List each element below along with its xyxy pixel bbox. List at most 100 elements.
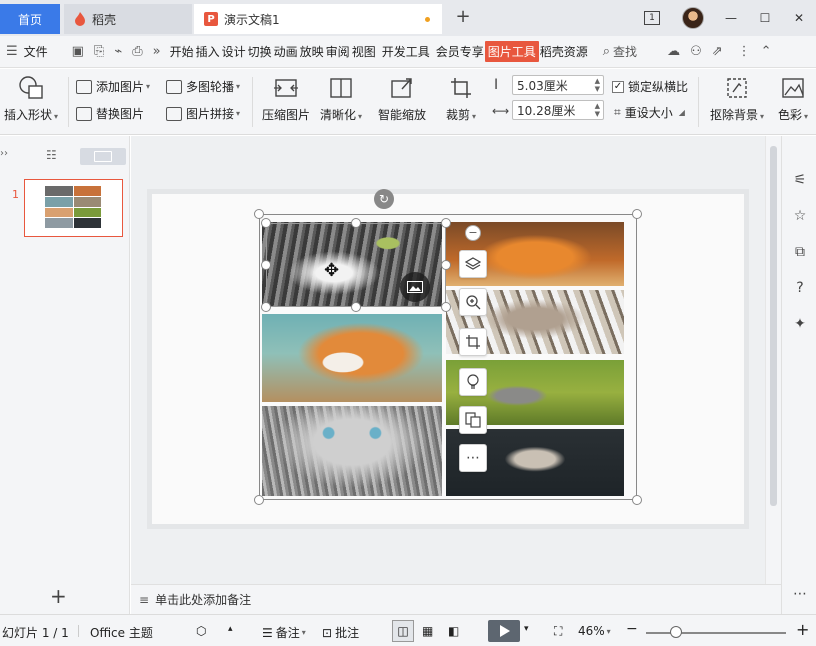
multi-carousel-button[interactable]: 多图轮播 ▾ [166, 78, 240, 95]
zoom-in-icon[interactable] [459, 288, 487, 316]
menu-transition[interactable]: 切换 [247, 43, 273, 60]
print-icon[interactable]: ⎙ [132, 44, 142, 59]
dialog-launcher-icon[interactable]: ◢ [679, 108, 685, 117]
collaborate-icon[interactable]: ⚇ [690, 44, 702, 59]
minimize-button[interactable]: — [714, 11, 748, 25]
collapse-ribbon-icon[interactable]: ⌃ [761, 44, 772, 59]
properties-icon[interactable]: ⚟ [792, 172, 808, 188]
crop-tool-icon[interactable] [459, 328, 487, 356]
menu-file[interactable]: 文件 [23, 43, 49, 60]
more-options-icon[interactable]: ⋮ [738, 44, 751, 59]
copy-icon[interactable]: ⧉ [792, 244, 808, 260]
share-icon[interactable]: ⇗ [712, 44, 723, 59]
color-button[interactable]: 色彩 ▾ [778, 75, 808, 123]
zoom-level[interactable]: 46% ▾ [578, 624, 611, 638]
more-tools-icon[interactable]: ⋯ [459, 444, 487, 472]
menu-design[interactable]: 设计 [221, 43, 247, 60]
image-handle-sw[interactable] [261, 302, 271, 312]
resize-handle-se[interactable] [632, 495, 642, 505]
compress-picture-button[interactable]: 压缩图片 [262, 75, 310, 123]
help-icon[interactable]: ? [792, 280, 808, 296]
play-slideshow-button[interactable] [488, 620, 520, 642]
picture-badge-icon[interactable] [400, 272, 430, 302]
new-tab-button[interactable]: + [452, 6, 474, 27]
resize-handle-nw[interactable] [254, 209, 264, 219]
menu-slideshow[interactable]: 放映 [299, 43, 325, 60]
width-input[interactable]: 10.28厘米 ▲ ▼ [512, 100, 604, 120]
layers-icon[interactable] [459, 250, 487, 278]
replace-picture-button[interactable]: 替换图片 [76, 105, 144, 122]
format-painter-icon[interactable]: ⌁ [114, 44, 122, 59]
image-handle-e[interactable] [441, 260, 451, 270]
collapse-toolbar-icon[interactable]: − [465, 225, 481, 241]
remove-background-button[interactable]: 抠除背景 ▾ [710, 75, 764, 123]
menu-view[interactable]: 视图 [351, 43, 377, 60]
image-handle-s[interactable] [351, 302, 361, 312]
menu-picture-tools[interactable]: 图片工具 [484, 41, 539, 62]
insert-shape-button[interactable]: 插入形状 ▾ [4, 75, 58, 123]
height-spinner-icon[interactable]: ▲ ▼ [595, 77, 600, 93]
thumbnail-view-icon[interactable] [80, 148, 126, 165]
image-to-text-icon[interactable] [459, 406, 487, 434]
lock-ratio-checkbox[interactable]: ✓ 锁定纵横比 [612, 78, 688, 95]
slide-thumbnail[interactable] [24, 179, 123, 237]
resize-handle-ne[interactable] [632, 209, 642, 219]
vertical-scrollbar[interactable] [765, 136, 781, 584]
expand-up-icon[interactable]: ▴ [228, 624, 233, 634]
menu-start[interactable]: 开始 [169, 43, 195, 60]
tab-home[interactable]: 首页 [0, 4, 60, 34]
menu-insert[interactable]: 插入 [195, 43, 221, 60]
page-count-icon[interactable]: 1 [644, 11, 660, 25]
slide-sorter-icon[interactable]: ▦ [422, 624, 433, 638]
smart-scale-button[interactable]: 智能缩放 [378, 75, 426, 123]
menu-developer[interactable]: 开发工具 [381, 43, 431, 60]
hamburger-icon[interactable]: ☰ [6, 44, 18, 59]
menu-review[interactable]: 审阅 [325, 43, 351, 60]
magic-icon[interactable]: ✦ [792, 316, 808, 332]
rotate-handle-icon[interactable]: ↻ [374, 189, 394, 209]
zoom-in-button[interactable]: + [796, 620, 809, 639]
save-icon[interactable]: ▣ [72, 44, 84, 59]
resize-handle-sw[interactable] [254, 495, 264, 505]
outline-view-icon[interactable]: ☷ [46, 148, 57, 162]
scrollbar-thumb[interactable] [770, 146, 777, 506]
crop-button[interactable]: 裁剪 ▾ [446, 75, 476, 123]
normal-view-icon[interactable]: ◫ [392, 620, 414, 642]
comments-button[interactable]: ⊡ 批注 [322, 624, 359, 641]
maximize-button[interactable]: ☐ [748, 11, 782, 25]
sharpen-button[interactable]: 清晰化 ▾ [320, 75, 362, 123]
menu-animation[interactable]: 动画 [273, 43, 299, 60]
width-spinner-icon[interactable]: ▲ ▼ [595, 102, 600, 118]
zoom-slider[interactable] [646, 632, 786, 634]
reset-size-button[interactable]: ⌗ 重设大小 ◢ [614, 104, 685, 121]
menu-daoke-resources[interactable]: 稻壳资源 [539, 43, 589, 60]
add-picture-button[interactable]: 添加图片 ▾ [76, 78, 150, 95]
menu-member[interactable]: 会员专享 [435, 43, 485, 60]
tab-document[interactable]: P 演示文稿1 [194, 4, 442, 34]
close-button[interactable]: ✕ [782, 11, 816, 25]
picture-join-button[interactable]: 图片拼接 ▾ [166, 105, 240, 122]
zoom-out-button[interactable]: − [626, 621, 638, 637]
reading-view-icon[interactable]: ◧ [448, 624, 459, 638]
image-handle-nw[interactable] [261, 218, 271, 228]
export-pdf-icon[interactable]: ⎘ [94, 44, 104, 59]
image-handle-w[interactable] [261, 260, 271, 270]
slide[interactable]: ↻ ✥ [147, 189, 749, 529]
image-handle-ne[interactable] [441, 218, 451, 228]
notes-button[interactable]: ☰ 备注 ▾ [262, 624, 306, 641]
image-handle-n[interactable] [351, 218, 361, 228]
search-button[interactable]: 查找 [612, 43, 638, 60]
smart-idea-icon[interactable] [459, 368, 487, 396]
notes-pane[interactable]: ≡ 单击此处添加备注 [131, 584, 781, 614]
avatar[interactable] [682, 7, 704, 29]
cloud-sync-icon[interactable]: ☁ [667, 44, 680, 59]
play-options-icon[interactable]: ▾ [524, 624, 529, 634]
image-handle-se[interactable] [441, 302, 451, 312]
more-icon[interactable]: ⋯ [792, 586, 808, 602]
zoom-slider-knob[interactable] [670, 626, 682, 638]
add-slide-button[interactable]: + [50, 584, 67, 608]
tab-daoke[interactable]: 稻壳 [64, 4, 192, 34]
star-icon[interactable]: ☆ [792, 208, 808, 224]
shield-icon[interactable]: ⬡ [196, 624, 206, 638]
more-chevron-icon[interactable]: » [153, 44, 161, 59]
